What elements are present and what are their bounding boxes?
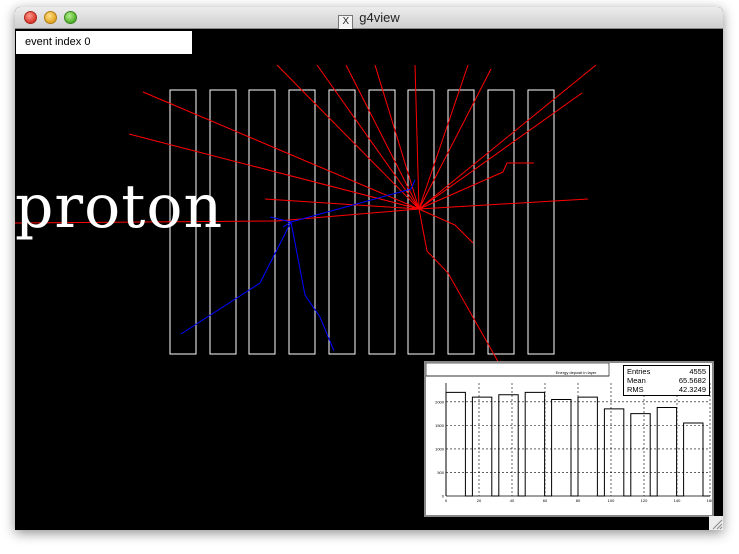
- g4view-window: Xg4view event index 0 proton 0 500 1000 …: [15, 7, 723, 530]
- event-index-label: event index 0: [16, 31, 192, 54]
- y-tick-label: 2000: [435, 399, 445, 404]
- window-title: g4view: [359, 10, 400, 25]
- x-tick-label: 100: [608, 498, 615, 503]
- x-tick-label: 160: [707, 498, 712, 503]
- x-tick-label: 120: [641, 498, 648, 503]
- detector-layer: [288, 89, 316, 355]
- detector-layer: [527, 89, 555, 355]
- viewer-canvas[interactable]: event index 0 proton 0 500 1000 1500 2000 0 2…: [15, 29, 723, 530]
- stats-box: Entries 4555 Mean 65.5682 RMS 42.3249: [623, 365, 710, 396]
- x-tick-label: 0: [445, 498, 448, 503]
- x-tick-label: 20: [477, 498, 482, 503]
- track: [418, 92, 583, 210]
- histogram-title: Energy deposit in layer: [555, 370, 597, 375]
- stats-row-mean: Mean 65.5682: [627, 376, 706, 385]
- stats-label: Mean: [627, 376, 646, 385]
- detector-layer: [368, 89, 396, 355]
- y-tick-label: 1000: [435, 446, 445, 451]
- detector-layer: [328, 89, 356, 355]
- track: [418, 208, 474, 244]
- stats-row-rms: RMS 42.3249: [627, 385, 706, 394]
- track: [290, 221, 335, 352]
- detector-layers: [169, 89, 555, 355]
- x-tick-label: 80: [576, 498, 581, 503]
- stats-value: 4555: [689, 367, 706, 376]
- particle-label: proton: [15, 172, 224, 242]
- stats-value: 42.3249: [678, 385, 706, 394]
- stats-label: RMS: [627, 385, 644, 394]
- histogram-bars: [445, 391, 710, 497]
- stats-label: Entries: [627, 367, 651, 376]
- title-bar[interactable]: Xg4view: [15, 7, 723, 30]
- window-title-group: Xg4view: [15, 10, 723, 30]
- x-tick-label: 40: [510, 498, 515, 503]
- track: [276, 64, 420, 210]
- track: [418, 208, 510, 382]
- y-tick-label: 1500: [435, 423, 445, 428]
- stats-value: 65.5682: [678, 376, 706, 385]
- x11-icon: X: [338, 15, 354, 30]
- resize-grip-icon[interactable]: [709, 516, 723, 530]
- detector-layer: [487, 89, 515, 355]
- track: [276, 208, 420, 222]
- track: [414, 64, 420, 210]
- y-tick-labels: 0500100015002000: [435, 399, 445, 498]
- stats-row-entries: Entries 4555: [627, 367, 706, 376]
- histogram-panel[interactable]: 0 500 1000 1500 2000 0 20 40 60 80 100 120 140 160 E…: [424, 361, 714, 517]
- detector-layer: [248, 89, 276, 355]
- track: [418, 64, 469, 210]
- track: [418, 64, 597, 210]
- track: [418, 198, 589, 210]
- y-tick-label: 500: [437, 470, 444, 475]
- x-tick-label: 140: [674, 498, 681, 503]
- track: [290, 188, 412, 223]
- detector-layer: [447, 89, 475, 355]
- x-tick-label: 60: [543, 498, 548, 503]
- track: [418, 162, 534, 210]
- x-tick-labels: 0 20 40 60 80 100 120 140 160: [445, 498, 712, 503]
